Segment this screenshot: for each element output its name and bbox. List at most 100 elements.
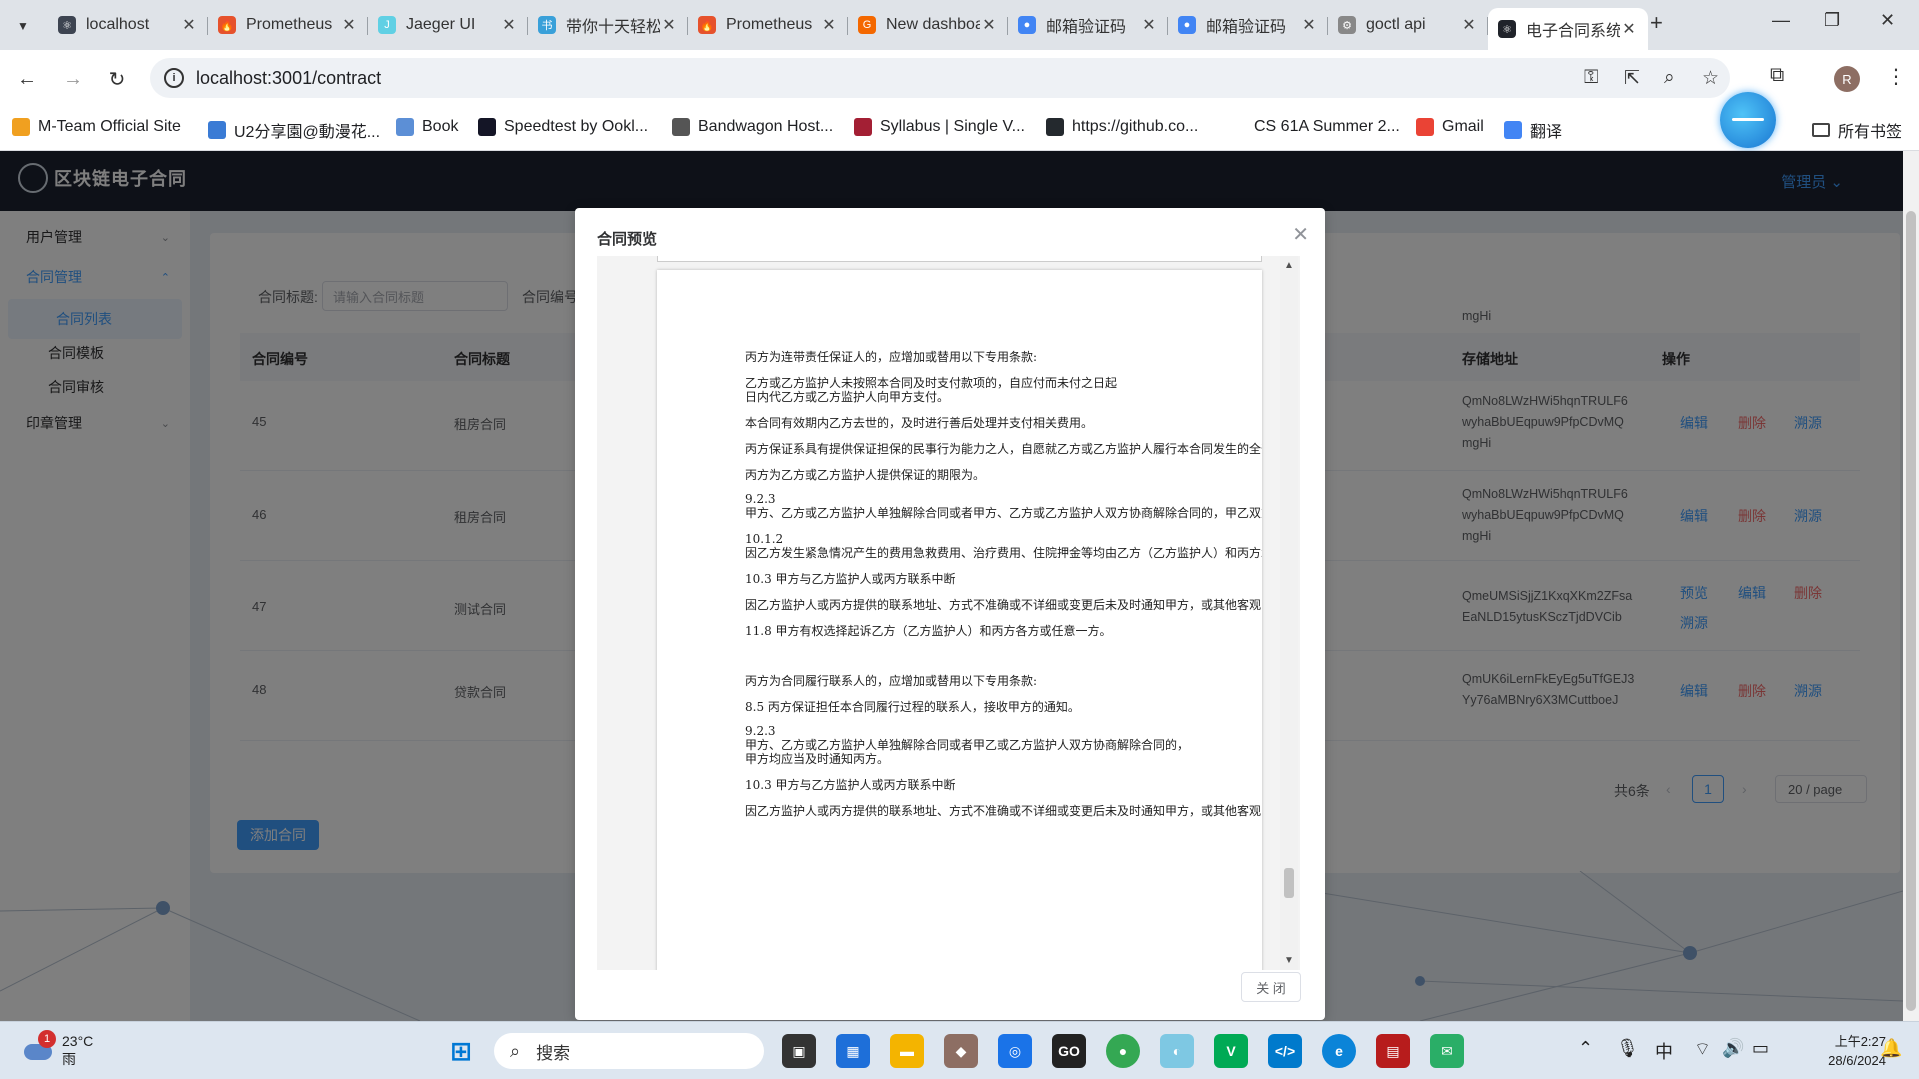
reload-icon[interactable]: ↻ bbox=[102, 64, 132, 94]
zoom-icon[interactable]: ⌕ bbox=[1664, 67, 1675, 89]
bookmark-item[interactable]: M-Team Official Site bbox=[12, 118, 181, 136]
url-text[interactable]: localhost:3001/contract bbox=[196, 68, 381, 89]
taskbar-search[interactable]: ⌕ 搜索 bbox=[494, 1033, 764, 1069]
bookmark-item[interactable]: Syllabus | Single V... bbox=[854, 118, 1025, 136]
bookmark-star-icon[interactable]: ☆ bbox=[1702, 67, 1719, 90]
battery-icon[interactable]: ▭ bbox=[1752, 1038, 1769, 1059]
open-in-app-icon[interactable]: ⇱ bbox=[1624, 67, 1640, 90]
tab-close-icon[interactable]: ✕ bbox=[1300, 15, 1318, 35]
browser-tab[interactable]: ⚛ localhost ✕ bbox=[48, 8, 208, 42]
site-info-icon[interactable]: i bbox=[164, 68, 184, 88]
scroll-up-icon[interactable]: ▲ bbox=[1284, 260, 1294, 271]
weather-widget[interactable]: 1 23°C 雨 bbox=[22, 1030, 93, 1068]
tab-close-icon[interactable]: ✕ bbox=[1460, 15, 1478, 35]
page-scrollbar[interactable] bbox=[1903, 151, 1919, 1021]
tab-close-icon[interactable]: ✕ bbox=[980, 15, 998, 35]
microphone-icon[interactable]: 🎙 bbox=[1616, 1038, 1639, 1059]
tray-overflow-icon[interactable]: ⌃ bbox=[1578, 1038, 1593, 1059]
address-bar[interactable]: i localhost:3001/contract ⚿ ⇱ ⌕ ☆ bbox=[150, 58, 1730, 98]
rain-cloud-icon: 1 bbox=[22, 1030, 56, 1064]
task-view-icon[interactable]: ▣ bbox=[782, 1034, 816, 1068]
bookmark-item[interactable]: 翻译 bbox=[1504, 118, 1562, 142]
store-icon[interactable]: ▦ bbox=[836, 1034, 870, 1068]
bookmark-item[interactable]: Speedtest by Ookl... bbox=[478, 118, 648, 136]
tab-title: goctl api bbox=[1366, 16, 1426, 33]
edge-icon[interactable]: e bbox=[1322, 1034, 1356, 1068]
bookmark-item[interactable]: https://github.co... bbox=[1046, 118, 1198, 136]
search-icon: ⌕ bbox=[510, 1040, 521, 1061]
close-button[interactable]: 关 闭 bbox=[1241, 972, 1301, 1002]
tab-close-icon[interactable]: ✕ bbox=[500, 15, 518, 35]
goland-icon[interactable]: GO bbox=[1052, 1034, 1086, 1068]
extensions-icon[interactable]: ⧉ bbox=[1770, 64, 1784, 87]
windows-start-icon[interactable]: ⊞ bbox=[444, 1034, 478, 1068]
browser-tab[interactable]: G New dashboard✕ bbox=[848, 8, 1008, 42]
browser-tab[interactable]: 🔥 Prometheus ✕ bbox=[208, 8, 368, 42]
winrar-icon[interactable]: ▤ bbox=[1376, 1034, 1410, 1068]
all-bookmarks-folder[interactable]: 所有书签 bbox=[1812, 118, 1902, 142]
scroll-down-icon[interactable]: ▼ bbox=[1284, 955, 1294, 966]
tab-favicon-icon: ⚛ bbox=[1498, 20, 1516, 38]
floating-assistant-bubble[interactable] bbox=[1720, 92, 1776, 148]
tab-title: localhost bbox=[86, 16, 150, 33]
tab-close-icon[interactable]: ✕ bbox=[1620, 19, 1638, 39]
volume-icon[interactable]: 🔊 bbox=[1722, 1038, 1744, 1059]
bookmark-favicon-icon bbox=[208, 121, 226, 139]
tab-close-icon[interactable]: ✕ bbox=[1140, 15, 1158, 35]
pdf-page: 丙方为连带责任保证人的，应增加或替用以下专用条款: 乙方或乙方监护人未按照本合同及… bbox=[657, 270, 1262, 970]
tab-search-icon[interactable]: ▼ bbox=[10, 13, 36, 39]
browser-tab[interactable]: ⚛ 电子合同系统 ✕ bbox=[1488, 8, 1648, 50]
bookmark-item[interactable]: U2分享園@動漫花... bbox=[208, 118, 380, 142]
contract-text-line: 甲方均应当及时通知丙方。 bbox=[745, 752, 890, 766]
minimize-icon[interactable]: — bbox=[1772, 10, 1790, 31]
chrome-menu-icon[interactable]: ⋮ bbox=[1886, 64, 1906, 89]
back-icon[interactable]: ← bbox=[12, 64, 42, 94]
search-placeholder: 搜索 bbox=[536, 1043, 571, 1063]
wifi-icon[interactable]: ⌔ bbox=[1694, 1038, 1711, 1061]
contract-text-line: 日内代乙方或乙方监护人向甲方支付。 bbox=[745, 390, 950, 404]
viewer-scrollbar-thumb[interactable] bbox=[1284, 868, 1294, 898]
browser-tab[interactable]: ● 邮箱验证码 ✕ bbox=[1168, 8, 1328, 42]
restore-icon[interactable]: ❐ bbox=[1824, 10, 1840, 31]
password-key-icon[interactable]: ⚿ bbox=[1584, 67, 1598, 89]
notification-bell-icon[interactable]: 🔔 bbox=[1880, 1038, 1902, 1059]
system-clock[interactable]: 上午2:27 28/6/2024 bbox=[1796, 1032, 1886, 1070]
bookmark-item[interactable]: Book bbox=[396, 118, 458, 136]
wechat-icon[interactable]: ✉ bbox=[1430, 1034, 1464, 1068]
browser-tab[interactable]: 🔥 Prometheus ✕ bbox=[688, 8, 848, 42]
chrome-icon[interactable]: ● bbox=[1106, 1034, 1140, 1068]
contract-text-line: 因乙方监护人或丙方提供的联系地址、方式不准确或不详细或变更后未及时通知甲方，或其… bbox=[745, 598, 1262, 612]
bookmark-item[interactable]: CS 61A Summer 2... bbox=[1228, 118, 1400, 136]
bookmark-favicon-icon bbox=[672, 118, 690, 136]
browser-tab[interactable]: ⚙ goctl api ✕ bbox=[1328, 8, 1488, 42]
ime-indicator[interactable]: 中 bbox=[1655, 1038, 1673, 1064]
forward-icon[interactable]: → bbox=[58, 64, 88, 94]
docker-icon[interactable]: ◎ bbox=[998, 1034, 1032, 1068]
file-explorer-icon[interactable]: ▬ bbox=[890, 1034, 924, 1068]
new-tab-button[interactable]: + bbox=[1650, 10, 1663, 36]
viewer-scrollbar[interactable]: ▲ ▼ bbox=[1280, 256, 1298, 970]
tab-close-icon[interactable]: ✕ bbox=[660, 15, 678, 35]
bookmark-item[interactable]: Gmail bbox=[1416, 118, 1484, 136]
bookmark-item[interactable]: Bandwagon Host... bbox=[672, 118, 833, 136]
page-scrollbar-thumb[interactable] bbox=[1906, 211, 1916, 1011]
windows-taskbar: 1 23°C 雨 ⊞ ⌕ 搜索 ▣ ▦ ▬ ◆ ◎ GO ● ◐ V </> e… bbox=[0, 1021, 1919, 1079]
tab-close-icon[interactable]: ✕ bbox=[180, 15, 198, 35]
window-close-icon[interactable]: ✕ bbox=[1880, 10, 1895, 31]
package-app-icon[interactable]: ◆ bbox=[944, 1034, 978, 1068]
bookmark-label: 翻译 bbox=[1530, 124, 1563, 141]
dialog-close-icon[interactable]: ✕ bbox=[1292, 222, 1309, 247]
tab-favicon-icon: ⚛ bbox=[58, 16, 76, 34]
vim-icon[interactable]: V bbox=[1214, 1034, 1248, 1068]
bookmark-favicon-icon bbox=[1046, 118, 1064, 136]
profile-avatar[interactable]: R bbox=[1834, 66, 1860, 92]
pdf-viewer[interactable]: 丙方为连带责任保证人的，应增加或替用以下专用条款: 乙方或乙方监护人未按照本合同及… bbox=[597, 256, 1300, 970]
browser-tab[interactable]: 书带你十天轻松 ✕ bbox=[528, 8, 688, 42]
browser-tab[interactable]: J Jaeger UI ✕ bbox=[368, 8, 528, 42]
tab-close-icon[interactable]: ✕ bbox=[340, 15, 358, 35]
app-icon[interactable]: ◐ bbox=[1160, 1034, 1194, 1068]
clock-date: 28/6/2024 bbox=[1828, 1053, 1886, 1068]
vscode-icon[interactable]: </> bbox=[1268, 1034, 1302, 1068]
tab-close-icon[interactable]: ✕ bbox=[820, 15, 838, 35]
browser-tab[interactable]: ● 邮箱验证码 ✕ bbox=[1008, 8, 1168, 42]
